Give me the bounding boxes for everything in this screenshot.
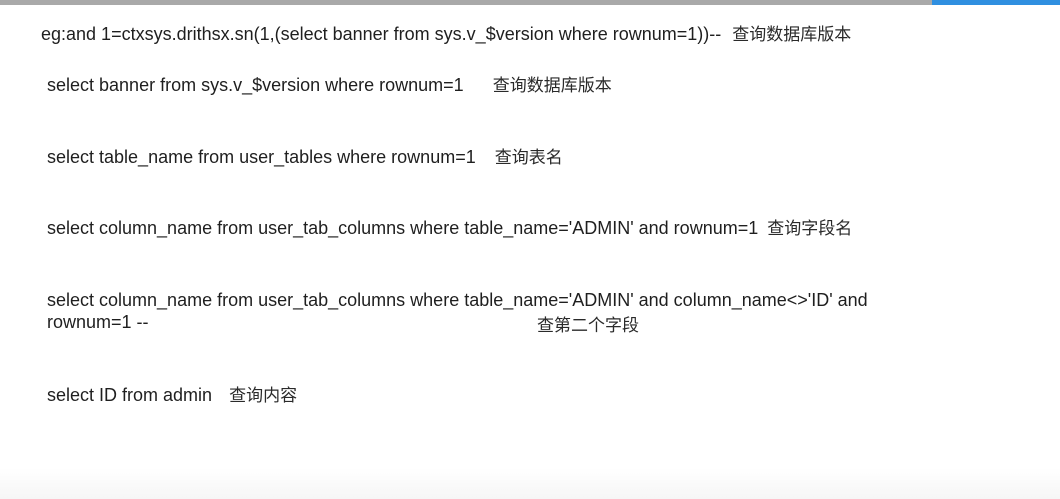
sql-line-6: select ID from admin 查询内容 xyxy=(47,384,297,407)
sql-code: select column_name from user_tab_columns… xyxy=(47,290,868,310)
sql-code: select ID from admin xyxy=(47,385,213,405)
slide-page: eg:and 1=ctxsys.drithsx.sn(1,(select ban… xyxy=(0,5,1060,499)
sql-code: rownum=1 -- xyxy=(47,312,149,332)
sql-line-4: select column_name from user_tab_columns… xyxy=(47,217,852,240)
sql-code: select column_name from user_tab_columns… xyxy=(47,218,759,238)
sql-note: 查询表名 xyxy=(494,148,563,168)
sql-line-2: select banner from sys.v_$version where … xyxy=(47,74,612,97)
sql-note: 查询数据库版本 xyxy=(732,25,852,45)
sql-note: 查询内容 xyxy=(229,386,298,406)
sql-line-5-continuation: rownum=1 -- xyxy=(47,311,149,333)
sql-code: select banner from sys.v_$version where … xyxy=(47,75,464,95)
sql-line-3: select table_name from user_tables where… xyxy=(47,146,563,169)
sql-line-5-note: 查第二个字段 xyxy=(537,314,639,337)
bottom-shade xyxy=(0,468,1060,499)
sql-line-1: eg:and 1=ctxsys.drithsx.sn(1,(select ban… xyxy=(41,23,851,46)
sql-note: 查第二个字段 xyxy=(537,316,639,336)
sql-code: eg:and 1=ctxsys.drithsx.sn(1,(select ban… xyxy=(41,24,722,44)
sql-code: select table_name from user_tables where… xyxy=(47,147,476,167)
sql-line-5: select column_name from user_tab_columns… xyxy=(47,289,868,311)
sql-note: 查询字段名 xyxy=(767,219,853,239)
sql-note: 查询数据库版本 xyxy=(492,76,612,96)
